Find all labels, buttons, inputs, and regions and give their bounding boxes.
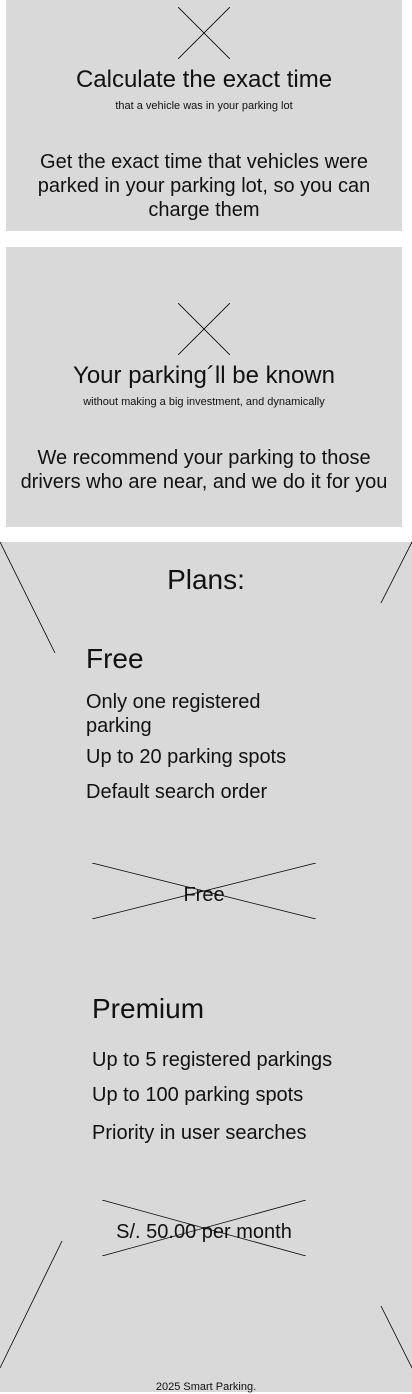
feature-subtitle: that a vehicle was in your parking lot — [115, 100, 293, 112]
placeholder-image-icon — [178, 303, 230, 355]
feature-subtitle: without making a big investment, and dyn… — [83, 396, 325, 408]
plan-feature: Default search order — [86, 781, 268, 803]
feature-description: Get the exact time that vehicles were pa… — [37, 151, 371, 221]
decorative-lines — [0, 542, 412, 1369]
plan-feature: Up to 5 registered parkings — [92, 1049, 333, 1071]
feature-title: Calculate the exact time — [75, 66, 333, 93]
plan-price-label: Free — [183, 884, 225, 906]
plan-price-label: S/. 50.00 per month — [116, 1221, 292, 1243]
plan-feature: Priority in user searches — [92, 1122, 307, 1144]
plan-name-free: Free — [86, 643, 144, 674]
plan-feature: Only one registered parking — [86, 691, 261, 737]
plan-name-premium: Premium — [92, 993, 205, 1024]
feature-card-known: Your parking´ll be known without making … — [6, 247, 402, 527]
plan-feature: Up to 100 parking spots — [92, 1084, 304, 1106]
plans-section: Plans: Free Only one registered parking … — [0, 542, 412, 1393]
feature-card-exact-time: Calculate the exact time that a vehicle … — [6, 0, 402, 231]
plans-title: Plans: — [167, 564, 245, 595]
feature-title: Your parking´ll be known — [73, 362, 335, 389]
plan-price-free[interactable]: Free — [92, 863, 316, 919]
plan-price-premium[interactable]: S/. 50.00 per month — [102, 1200, 306, 1256]
plan-feature: Up to 20 parking spots — [86, 746, 287, 768]
feature-description: We recommend your parking to those drive… — [20, 447, 388, 493]
placeholder-image-icon — [178, 7, 230, 59]
